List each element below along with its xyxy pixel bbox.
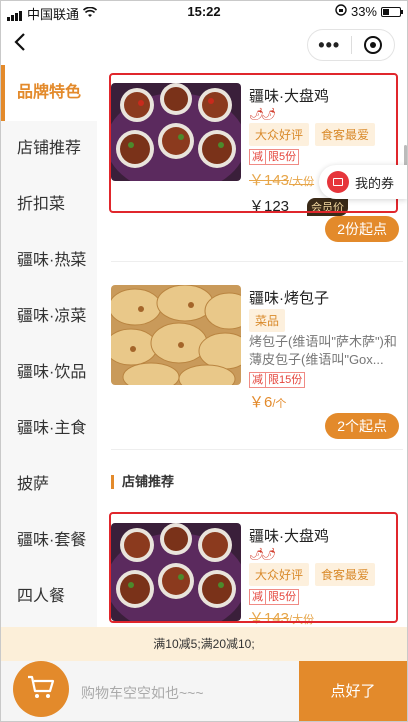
vip-price-value: ￥123	[249, 198, 290, 215]
cart-button[interactable]	[13, 661, 69, 717]
spicy-icon: 🌶🌶	[249, 107, 277, 121]
sidebar-item-brand[interactable]: 品牌特色	[1, 65, 97, 121]
sidebar-item-staple[interactable]: 疆味·主食	[1, 401, 97, 457]
original-price: ￥143/大份	[249, 169, 314, 190]
mini-program-capsule: •••	[307, 29, 395, 61]
vip-price: ￥123	[249, 195, 289, 216]
promo-badge: 减 限15份	[249, 372, 306, 388]
product-tag: 大众好评	[249, 563, 310, 586]
back-icon[interactable]	[13, 31, 27, 58]
tag-list: 大众好评 食客最爱	[249, 563, 376, 586]
sidebar-item-label: 折扣菜	[17, 196, 66, 213]
product-tag: 食客最爱	[315, 563, 376, 586]
promo-reduce-label: 减	[249, 589, 265, 605]
original-price: ￥143/大份	[249, 607, 314, 628]
product-title: 疆味·烤包子	[249, 290, 329, 307]
product-title: 疆味·大盘鸡	[249, 528, 329, 545]
divider	[111, 261, 403, 262]
status-right: 33%	[335, 4, 403, 19]
product-tag: 食客最爱	[315, 123, 376, 146]
original-price-unit: /大份	[289, 176, 315, 188]
sidebar-item-label: 披萨	[17, 476, 50, 493]
sidebar-item-four-person[interactable]: 四人餐	[1, 569, 97, 625]
tag-list: 菜品	[249, 309, 286, 332]
sidebar-item-label: 疆味·套餐	[17, 532, 87, 549]
sidebar-item-label: 疆味·热菜	[17, 252, 87, 269]
coupon-label: 我的券	[355, 175, 395, 191]
cart-bar: 购物车空空如也~~~ 点好了	[1, 661, 407, 721]
sidebar-item-pizza[interactable]: 披萨	[1, 457, 97, 513]
product-title: 疆味·大盘鸡	[249, 88, 329, 105]
status-bar: 中国联通 15:22 33%	[1, 1, 407, 23]
target-ring-icon	[363, 36, 382, 54]
sidebar-item-drinks[interactable]: 疆味·饮品	[1, 345, 97, 401]
original-price-value: ￥143	[249, 172, 290, 189]
sidebar-item-label: 疆味·饮品	[17, 364, 87, 381]
vip-badge: 会员价	[307, 198, 348, 216]
checkout-button[interactable]: 点好了	[299, 661, 407, 721]
product-card[interactable]: 疆味·大盘鸡 🌶🌶 大众好评 食客最爱 减 限5份 ￥143/大份 ￥123 会…	[111, 83, 399, 242]
cart-icon	[26, 674, 56, 705]
close-program-icon[interactable]	[351, 36, 394, 54]
app-frame: 中国联通 15:22 33% ••• 品牌特色 店铺推荐 折扣菜 疆味·热菜 疆…	[0, 0, 408, 722]
product-image-dapanji[interactable]	[111, 523, 241, 621]
price-unit: /个	[272, 398, 287, 410]
product-tag: 菜品	[249, 309, 286, 332]
battery-icon	[381, 6, 403, 17]
sidebar-item-cold-dishes[interactable]: 疆味·凉菜	[1, 289, 97, 345]
coupon-icon	[327, 171, 349, 193]
min-order-button[interactable]: 2个起点	[325, 413, 399, 439]
sidebar-item-label: 品牌特色	[17, 84, 82, 101]
price-value: ￥6	[249, 394, 273, 411]
tag-list: 大众好评 食客最爱	[249, 123, 376, 146]
product-card[interactable]: 疆味·大盘鸡 🌶🌶 大众好评 食客最爱 减 限5份 ￥143/大份	[111, 523, 397, 627]
lock-rotation-icon	[335, 4, 347, 19]
more-icon[interactable]: •••	[308, 35, 351, 56]
sidebar-item-discount[interactable]: 折扣菜	[1, 177, 97, 233]
cart-empty-text: 购物车空空如也~~~	[81, 685, 204, 701]
nav-bar: •••	[1, 25, 407, 65]
sidebar-item-hot-dishes[interactable]: 疆味·热菜	[1, 233, 97, 289]
product-tag: 大众好评	[249, 123, 310, 146]
promo-limit-label: 限15份	[265, 372, 306, 388]
battery-percent: 33%	[350, 4, 377, 19]
min-order-button[interactable]: 2份起点	[325, 216, 399, 242]
sidebar-item-set-meal[interactable]: 疆味·套餐	[1, 513, 97, 569]
product-image-dapanji[interactable]	[111, 83, 241, 181]
product-card[interactable]: 疆味·烤包子 菜品 烤包子(维语叫"萨木萨")和薄皮包子(维语叫"Gox... …	[111, 285, 399, 439]
product-list: 疆味·大盘鸡 🌶🌶 大众好评 食客最爱 减 限5份 ￥143/大份 ￥123 会…	[97, 65, 407, 627]
promo-limit-label: 限5份	[265, 149, 300, 165]
promo-reduce-label: 减	[249, 149, 265, 165]
promo-reduce-label: 减	[249, 372, 265, 388]
sidebar-item-label: 疆味·主食	[17, 420, 87, 437]
section-title: 店铺推荐	[111, 475, 174, 489]
sidebar-item-label: 疆味·凉菜	[17, 308, 87, 325]
sidebar-item-label: 店铺推荐	[17, 140, 82, 157]
original-price-unit: /大份	[289, 614, 315, 626]
sidebar-item-shop-recommend[interactable]: 店铺推荐	[1, 121, 97, 177]
sidebar-item-label: 四人餐	[17, 588, 66, 605]
promo-badge: 减 限5份	[249, 589, 300, 605]
promo-badge: 减 限5份	[249, 149, 300, 165]
category-sidebar: 品牌特色 店铺推荐 折扣菜 疆味·热菜 疆味·凉菜 疆味·饮品 疆味·主食 披萨…	[1, 65, 97, 627]
spicy-icon: 🌶🌶	[249, 547, 277, 561]
divider	[111, 449, 403, 450]
original-price-value: ￥143	[249, 610, 290, 627]
discount-promo-bar: 满10减5;满20减10;	[1, 627, 407, 661]
product-price: ￥6/个	[249, 391, 286, 412]
promo-limit-label: 限5份	[265, 589, 300, 605]
my-coupon-button[interactable]: 我的券	[319, 165, 407, 199]
product-image-kaobaozi[interactable]	[111, 285, 241, 385]
product-description: 烤包子(维语叫"萨木萨")和薄皮包子(维语叫"Gox...	[249, 334, 397, 367]
